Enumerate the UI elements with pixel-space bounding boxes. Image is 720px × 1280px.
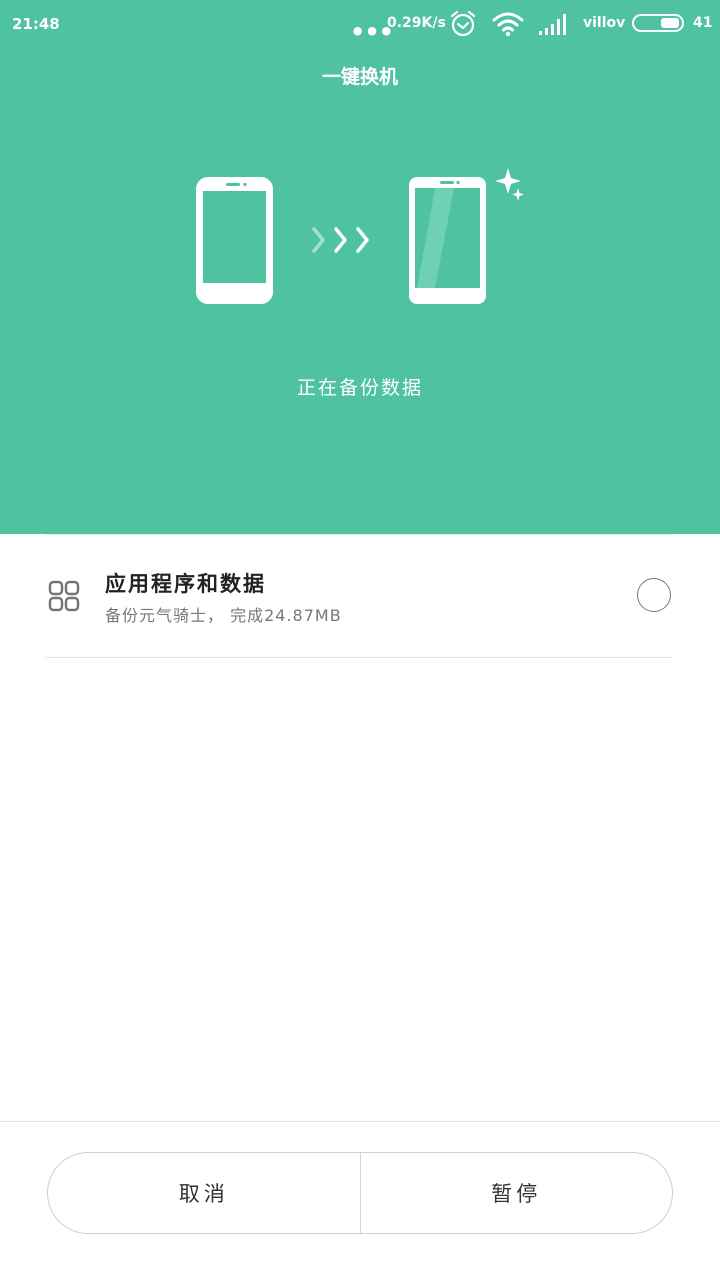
pause-button[interactable]: 暂停 bbox=[361, 1153, 673, 1233]
battery-level: 41 bbox=[693, 15, 713, 31]
old-phone-icon bbox=[196, 177, 273, 304]
status-bar: 21:48 ••• 0.29K/s villov 41 bbox=[0, 0, 720, 48]
task-row-apps-data: 应用程序和数据 备份元气骑士， 完成24.87MB bbox=[0, 535, 720, 657]
new-phone-icon bbox=[409, 177, 486, 304]
status-time: 21:48 bbox=[12, 15, 60, 33]
backup-status-text: 正在备份数据 bbox=[296, 377, 423, 399]
footer-divider bbox=[0, 1121, 720, 1122]
wifi-icon bbox=[492, 10, 524, 42]
sparkle-icon bbox=[495, 168, 524, 201]
apps-grid-icon bbox=[48, 580, 80, 616]
signal-bars-icon bbox=[538, 10, 572, 42]
transfer-arrows-icon bbox=[312, 227, 369, 253]
network-speed: 0.29K/s bbox=[387, 15, 446, 31]
task-progress-text: 备份元气骑士， 完成24.87MB bbox=[105, 606, 342, 625]
transfer-illustration bbox=[190, 160, 530, 314]
task-title: 应用程序和数据 bbox=[105, 572, 266, 596]
list-divider bbox=[45, 657, 673, 658]
task-status-circle bbox=[637, 578, 671, 612]
alarm-clock-icon bbox=[449, 10, 477, 42]
cancel-button[interactable]: 取消 bbox=[48, 1153, 360, 1233]
page-title: 一键换机 bbox=[321, 66, 398, 88]
hero-banner: 21:48 ••• 0.29K/s villov 41 一键换机 正在备份数据 bbox=[0, 0, 720, 534]
battery-fill bbox=[661, 18, 679, 28]
carrier-name: villov bbox=[583, 15, 626, 31]
battery-icon bbox=[632, 14, 684, 32]
footer-button-group: 取消 暂停 bbox=[47, 1152, 673, 1234]
